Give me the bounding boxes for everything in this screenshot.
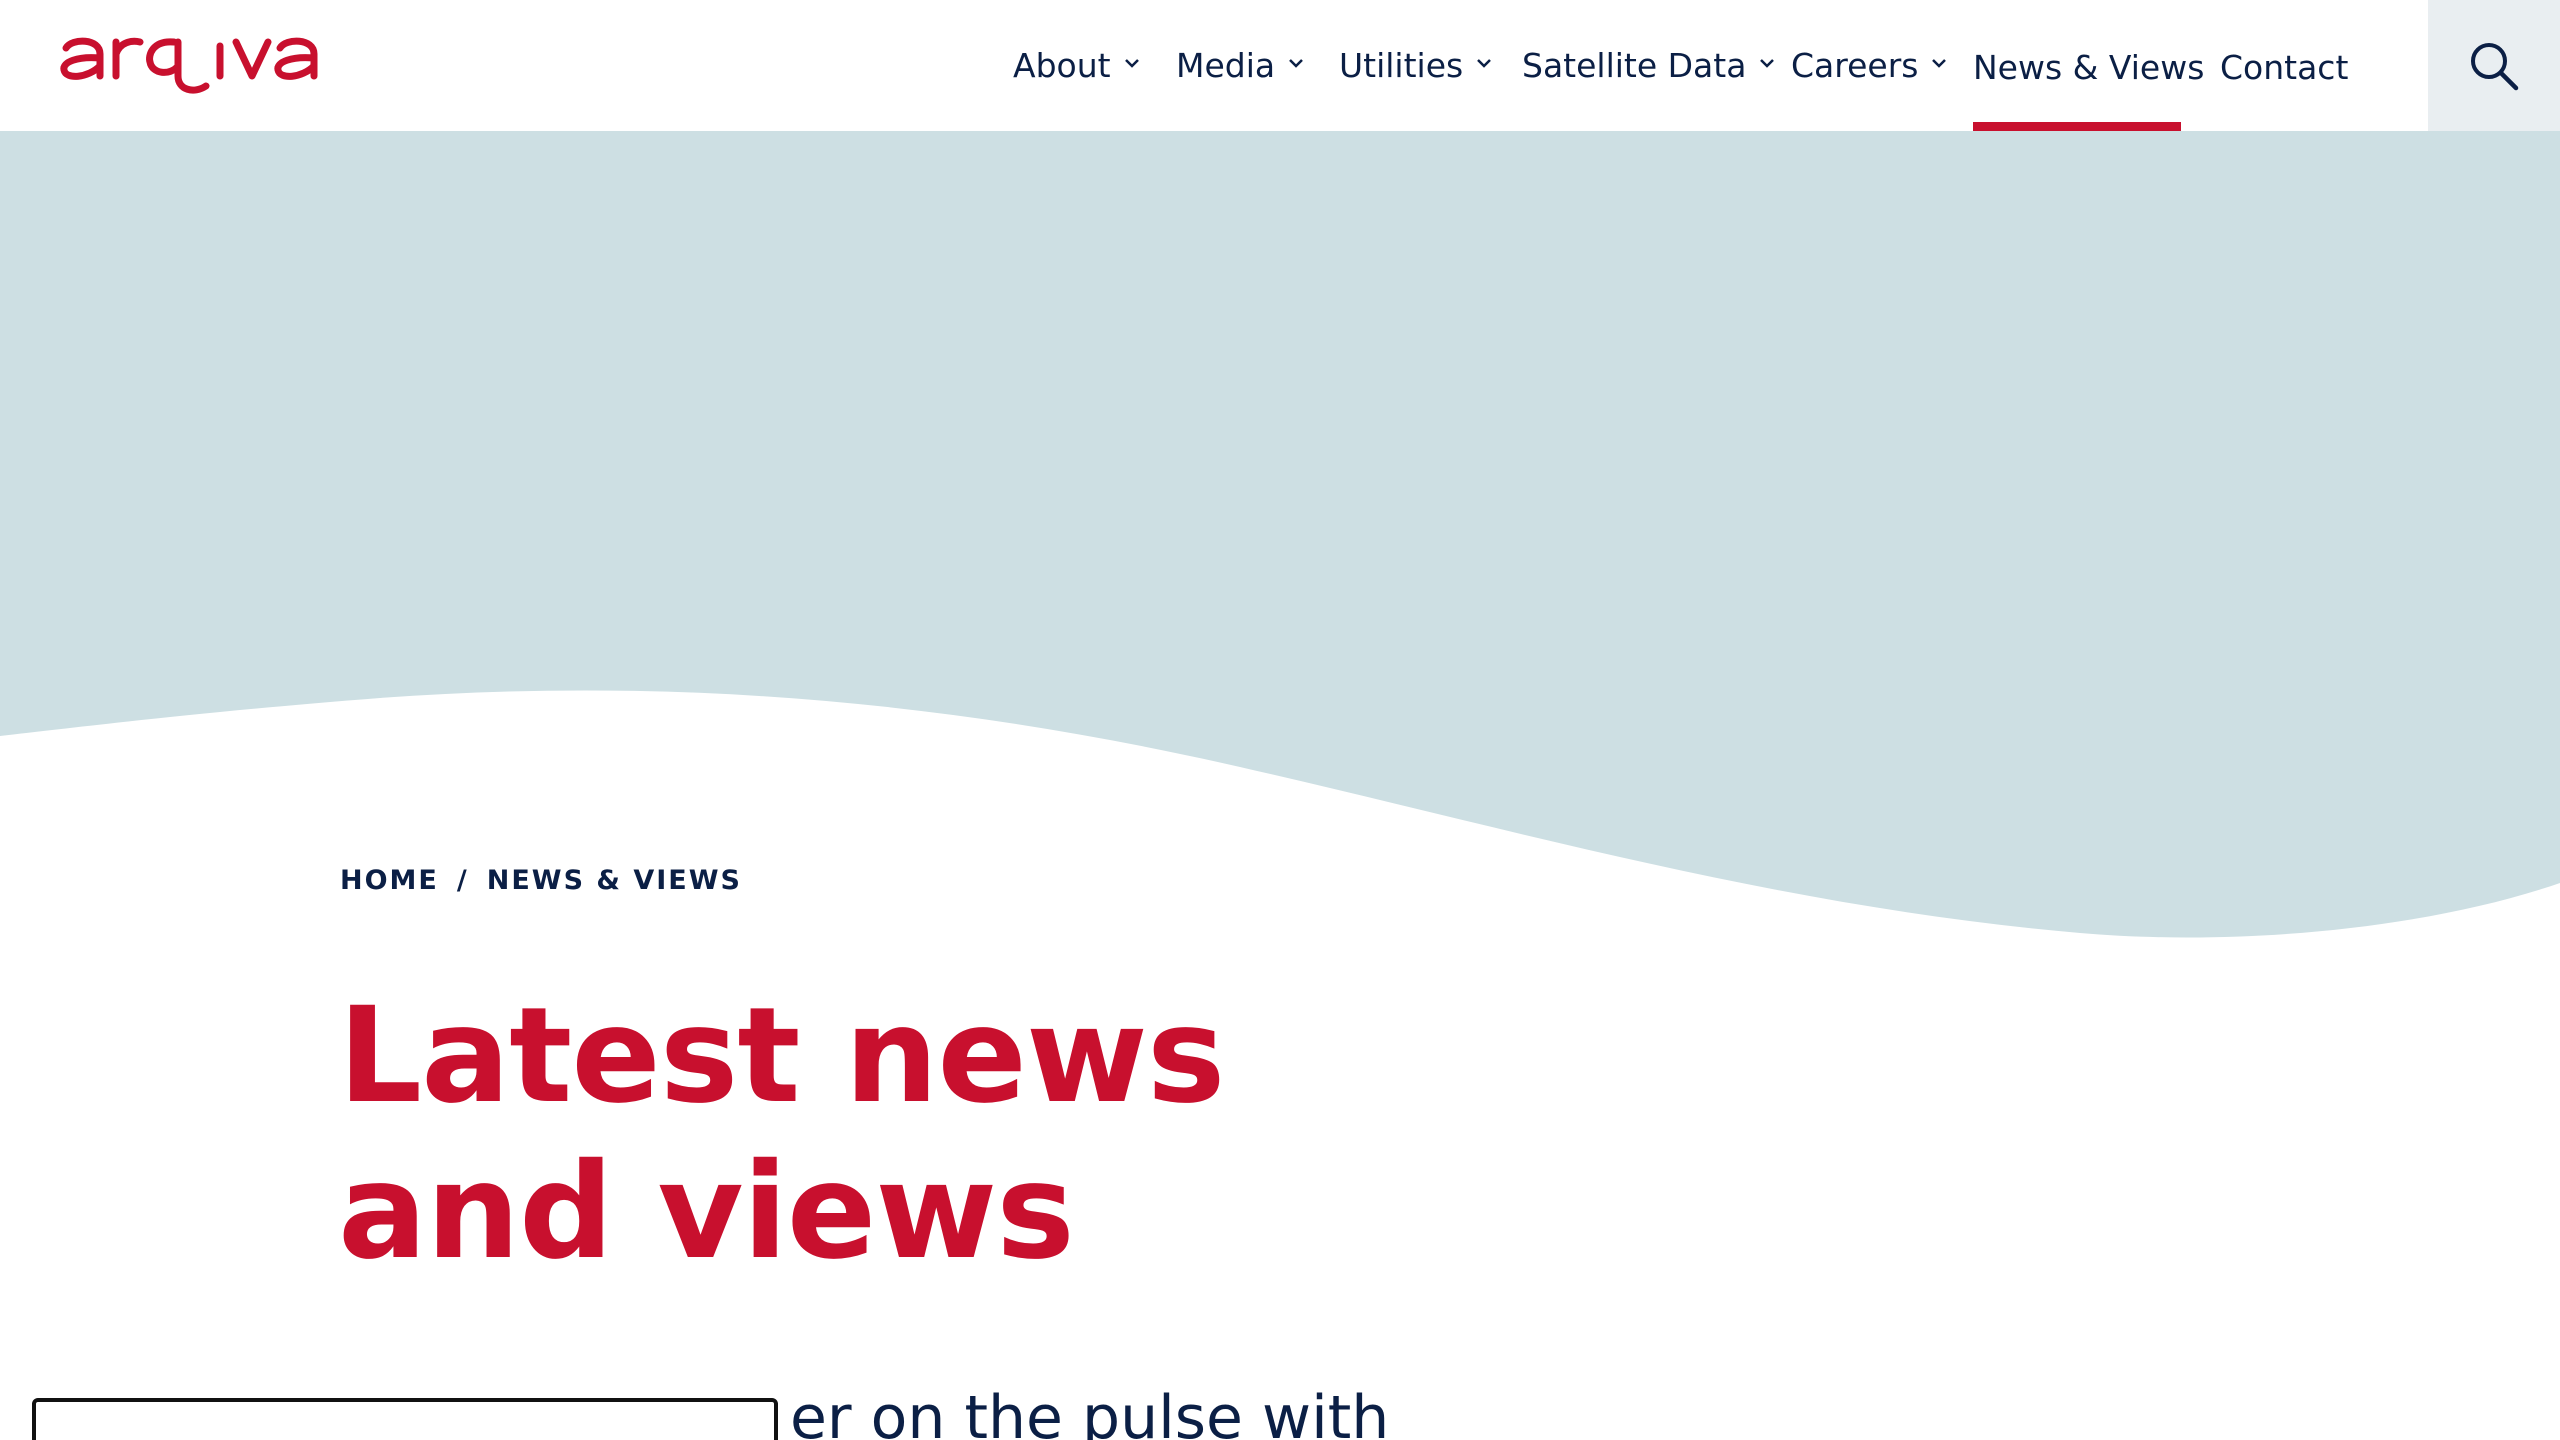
nav-item-careers[interactable]: Careers bbox=[1791, 40, 1948, 90]
nav-item-label: Media bbox=[1176, 45, 1276, 85]
nav-item-contact[interactable]: Contact bbox=[2220, 42, 2348, 92]
nav-item-about[interactable]: About bbox=[1013, 40, 1141, 90]
chevron-down-icon bbox=[1477, 59, 1492, 68]
nav-item-label: News & Views bbox=[1973, 47, 2205, 87]
chevron-down-icon bbox=[1124, 59, 1139, 68]
nav-item-label: Contact bbox=[2220, 47, 2349, 87]
main-nav: About Media Utilities Satellite Data Car… bbox=[0, 0, 2560, 131]
site-header: About Media Utilities Satellite Data Car… bbox=[0, 0, 2560, 131]
chevron-down-icon bbox=[1932, 59, 1947, 68]
breadcrumb-home[interactable]: HOME bbox=[340, 865, 439, 896]
nav-item-utilities[interactable]: Utilities bbox=[1339, 40, 1493, 90]
nav-item-label: About bbox=[1013, 45, 1111, 85]
lead-visible-text: er on the pulse with bbox=[790, 1383, 1390, 1440]
cookie-banner[interactable] bbox=[32, 1398, 778, 1440]
hero-banner bbox=[0, 131, 2560, 951]
page-title: Latest news and views bbox=[338, 979, 1225, 1289]
page: About Media Utilities Satellite Data Car… bbox=[0, 0, 2560, 1440]
nav-item-media[interactable]: Media bbox=[1176, 40, 1305, 90]
chevron-down-icon bbox=[1760, 59, 1775, 68]
nav-item-label: Careers bbox=[1791, 45, 1919, 85]
search-button[interactable] bbox=[2428, 0, 2560, 131]
hero-wave bbox=[0, 131, 2560, 938]
chevron-down-icon bbox=[1289, 59, 1304, 68]
nav-item-satellite-data[interactable]: Satellite Data bbox=[1522, 40, 1776, 90]
nav-item-label: Utilities bbox=[1339, 45, 1464, 85]
nav-item-news-views[interactable]: News & Views bbox=[1973, 42, 2204, 92]
breadcrumb: HOME / NEWS & VIEWS bbox=[340, 860, 742, 900]
breadcrumb-current[interactable]: NEWS & VIEWS bbox=[487, 865, 742, 896]
nav-item-label: Satellite Data bbox=[1522, 45, 1747, 85]
nav-active-indicator bbox=[1973, 122, 2181, 131]
breadcrumb-separator: / bbox=[456, 864, 469, 896]
search-icon bbox=[2471, 42, 2519, 90]
